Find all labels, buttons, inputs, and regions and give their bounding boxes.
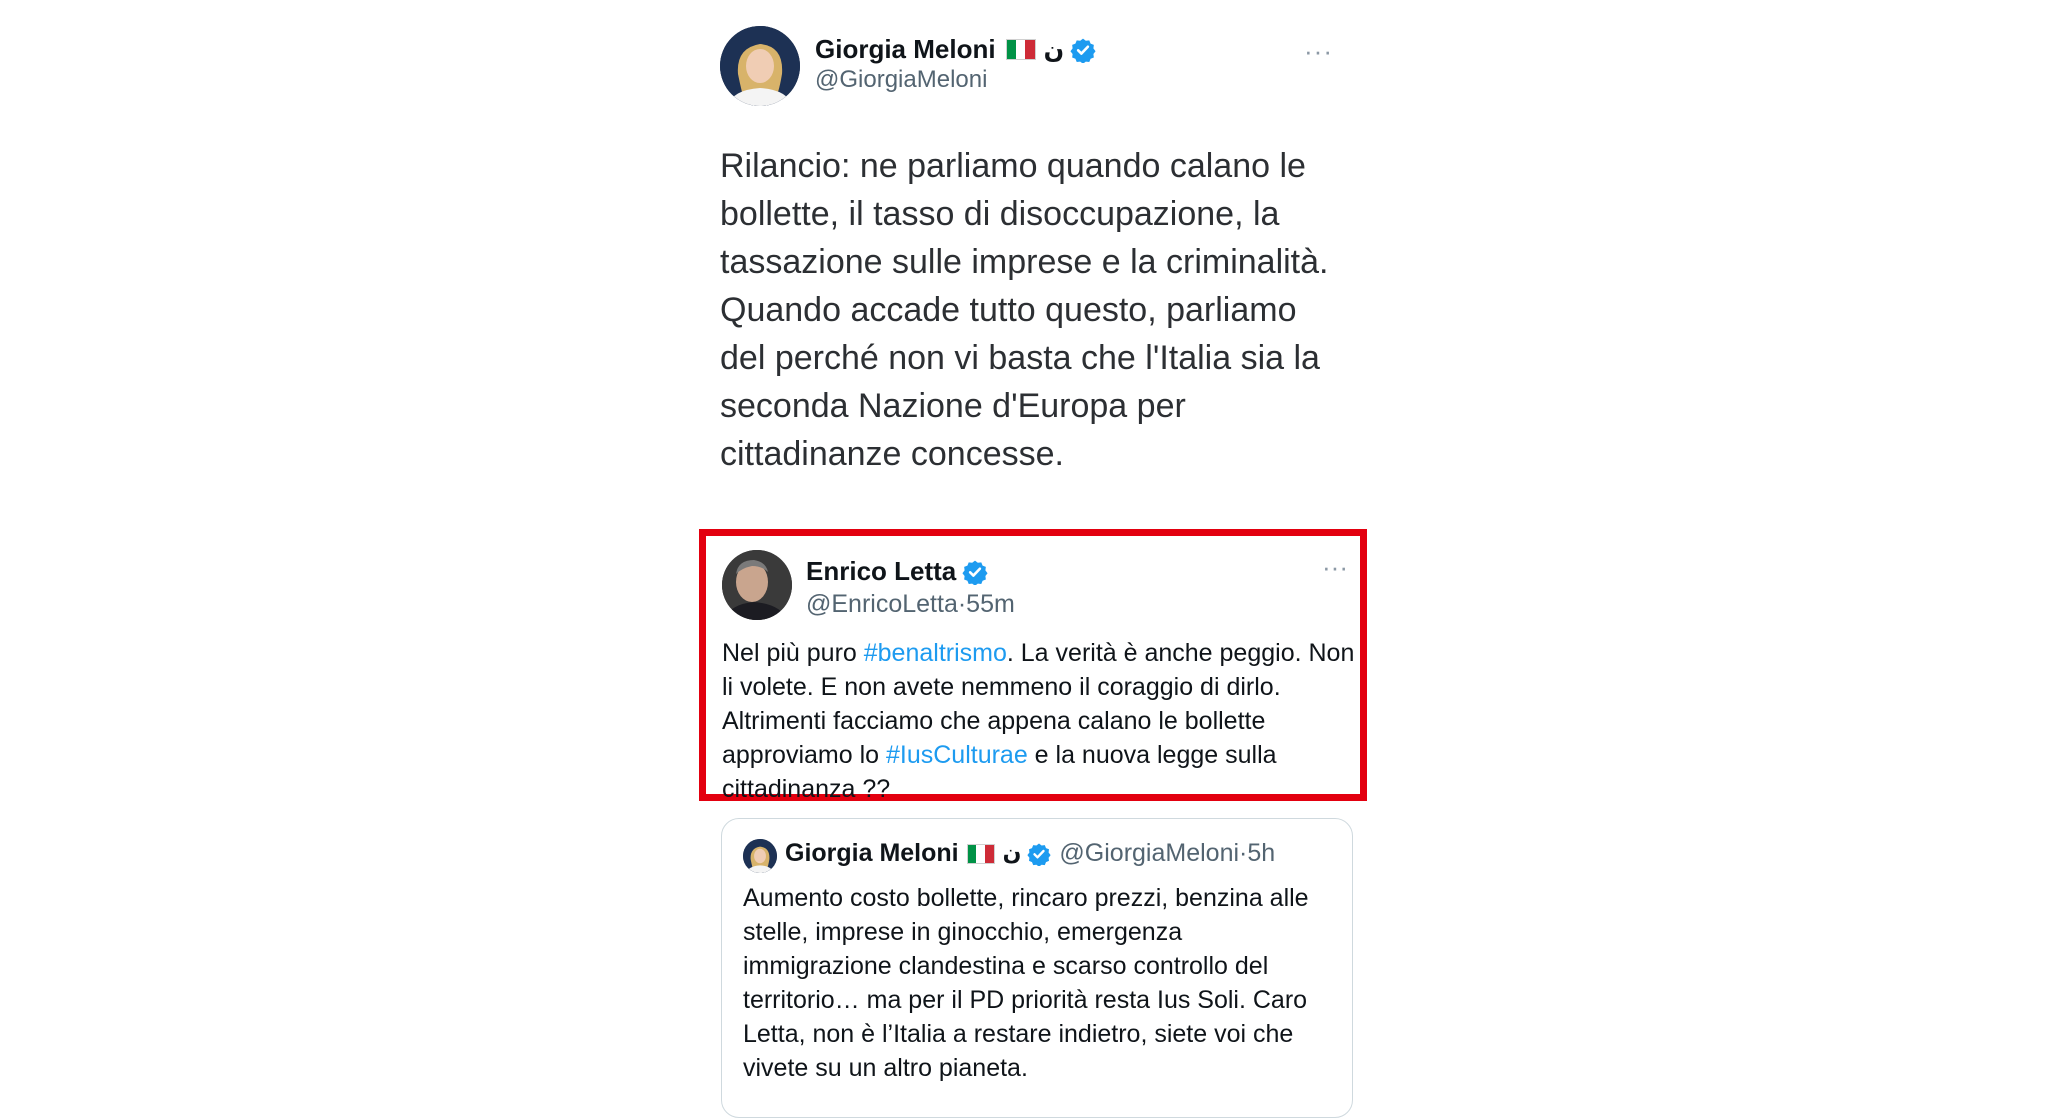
verified-badge-icon (1027, 843, 1052, 866)
avatar-giorgia-meloni-small[interactable] (743, 839, 777, 873)
arabic-nun-char: ن (1002, 841, 1022, 866)
quote-timestamp[interactable]: 5h (1247, 839, 1275, 868)
italy-flag-icon (966, 843, 995, 864)
tweet-thread: Giorgia Meloni ن @GiorgiaMeloni ··· Rila… (699, 0, 1367, 1118)
main-author-name[interactable]: Giorgia Meloni (815, 34, 996, 65)
quote-author-handle[interactable]: @GiorgiaMeloni (1059, 839, 1239, 868)
reply-text-part: Nel più puro (722, 639, 864, 667)
quoted-tweet-card[interactable]: Giorgia Meloni ن @GiorgiaMeloni · 5h Aumen… (721, 818, 1353, 1118)
highlighted-reply-box: Enrico Letta @EnricoLetta·55m ··· Nel pi… (699, 529, 1367, 803)
quote-author-name[interactable]: Giorgia Meloni (785, 839, 959, 868)
reply-tweet-text: Nel più puro #benaltrismo. La verità è a… (722, 636, 1362, 806)
avatar-giorgia-meloni[interactable] (720, 26, 800, 106)
main-author-row: Giorgia Meloni ن (815, 34, 1096, 65)
more-options-icon[interactable]: ··· (1322, 552, 1348, 583)
reply-author-name[interactable]: Enrico Letta (806, 556, 956, 587)
avatar-enrico-letta[interactable] (722, 550, 792, 620)
reply-timestamp[interactable]: 55m (966, 590, 1015, 618)
more-options-icon[interactable]: ··· (1304, 36, 1333, 67)
verified-badge-icon (1070, 38, 1096, 63)
italy-flag-icon (1005, 39, 1036, 60)
hashtag-link[interactable]: #IusCulturae (886, 741, 1028, 769)
quoted-tweet-text: Aumento costo bollette, rincaro prezzi, … (743, 884, 1309, 1082)
reply-author-row: Enrico Letta (806, 556, 988, 587)
reply-author-handle[interactable]: @EnricoLetta (806, 590, 958, 618)
main-tweet-text: Rilancio: ne parliamo quando calano le b… (720, 147, 1329, 473)
quote-author-row: Giorgia Meloni ن @GiorgiaMeloni · 5h (785, 839, 1275, 868)
verified-badge-icon (962, 560, 988, 585)
hashtag-link[interactable]: #benaltrismo (864, 639, 1007, 667)
arabic-nun-char: ن (1043, 35, 1065, 64)
meta-separator: · (957, 590, 967, 618)
meta-separator: · (1239, 839, 1248, 867)
main-author-handle[interactable]: @GiorgiaMeloni (815, 66, 987, 94)
reply-meta: @EnricoLetta·55m (806, 590, 1015, 619)
